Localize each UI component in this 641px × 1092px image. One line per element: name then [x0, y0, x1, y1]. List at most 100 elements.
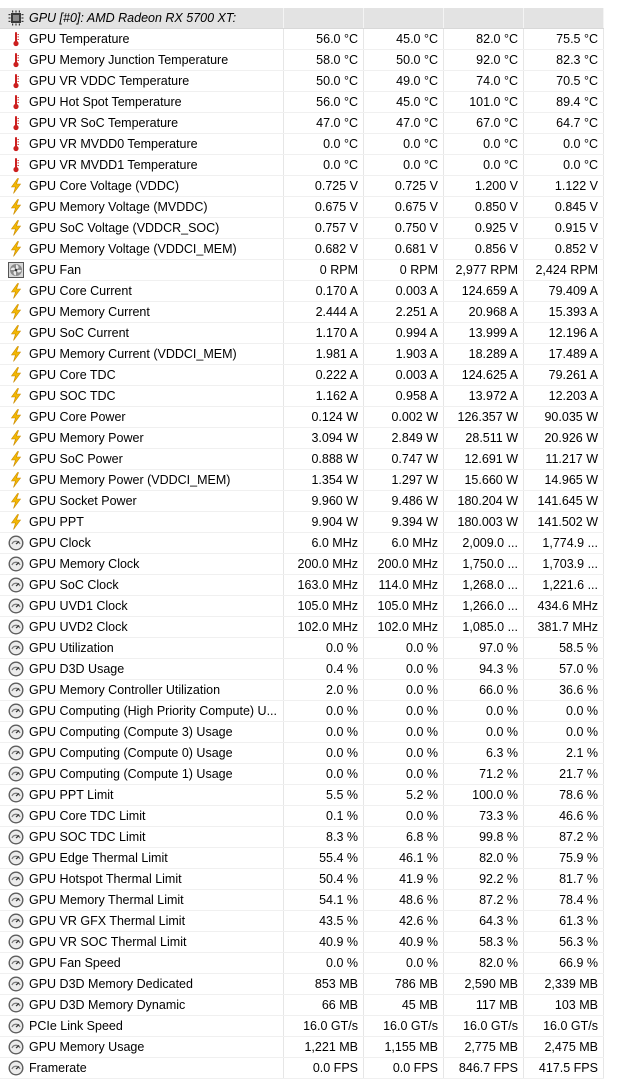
current-value: 58.0 °C — [316, 53, 358, 67]
sensor-row[interactable]: GPU Core TDC Limit 0.1 % 0.0 % 73.3 % 46.6 % — [0, 806, 604, 827]
sensor-row[interactable]: GPU Core Power 0.124 W 0.002 W 126.357 W 90.… — [0, 407, 604, 428]
column-divider — [523, 638, 524, 658]
max-value: 28.511 W — [465, 431, 518, 445]
column-divider — [523, 575, 524, 595]
column-divider — [523, 344, 524, 364]
sensor-row[interactable]: GPU Socket Power 9.960 W 9.486 W 180.204 W 1… — [0, 491, 604, 512]
column-divider — [283, 239, 284, 259]
sensor-row[interactable]: GPU Temperature 56.0 °C 45.0 °C 82.0 °C 75.5… — [0, 29, 604, 50]
current-value: 16.0 GT/s — [303, 1019, 358, 1033]
sensor-row[interactable]: GPU Memory Voltage (MVDDC) 0.675 V 0.675 V… — [0, 197, 604, 218]
current-value: 55.4 % — [319, 851, 358, 865]
sensor-row[interactable]: GPU Core Voltage (VDDC) 0.725 V 0.725 V 1.2… — [0, 176, 604, 197]
sensor-label: GPU D3D Usage — [29, 662, 125, 676]
sensor-row[interactable]: GPU SoC Clock 163.0 MHz 114.0 MHz 1,268.0 .… — [0, 575, 604, 596]
lightning-icon — [8, 388, 24, 404]
max-value: 82.0 % — [479, 956, 518, 970]
sensor-row[interactable]: GPU Core Current 0.170 A 0.003 A 124.659 A 7… — [0, 281, 604, 302]
current-value: 43.5 % — [319, 914, 358, 928]
sensor-row[interactable]: GPU Memory Controller Utilization 2.0 % 0.… — [0, 680, 604, 701]
column-divider — [443, 848, 444, 868]
sensor-row[interactable]: GPU Memory Usage 1,221 MB 1,155 MB 2,775 MB… — [0, 1037, 604, 1058]
sensor-row[interactable]: GPU Memory Thermal Limit 54.1 % 48.6 % 87.2… — [0, 890, 604, 911]
max-value: 13.972 A — [468, 389, 518, 403]
current-value: 0.124 W — [311, 410, 358, 424]
sensor-row[interactable]: GPU PPT Limit 5.5 % 5.2 % 100.0 % 78.6 % — [0, 785, 604, 806]
sensor-row[interactable]: Framerate 0.0 FPS 0.0 FPS 846.7 FPS 417.5 FP… — [0, 1058, 604, 1079]
sensor-row[interactable]: GPU Fan Speed 0.0 % 0.0 % 82.0 % 66.9 % — [0, 953, 604, 974]
min-value: 0.750 V — [394, 221, 438, 235]
column-divider — [443, 176, 444, 196]
sensor-row[interactable]: GPU Fan 0 RPM 0 RPM 2,977 RPM 2,424 RPM — [0, 260, 604, 281]
column-divider — [523, 743, 524, 763]
sensor-row[interactable]: GPU SOC TDC 1.162 A 0.958 A 13.972 A 12.203 … — [0, 386, 604, 407]
column-divider — [523, 281, 524, 301]
column-divider — [363, 764, 364, 784]
sensor-row[interactable]: GPU SOC TDC Limit 8.3 % 6.8 % 99.8 % 87.2 % — [0, 827, 604, 848]
sensor-row[interactable]: GPU D3D Memory Dynamic 66 MB 45 MB 117 MB 10… — [0, 995, 604, 1016]
sensor-row[interactable]: PCIe Link Speed 16.0 GT/s 16.0 GT/s 16.0 GT… — [0, 1016, 604, 1037]
max-value: 97.0 % — [479, 641, 518, 655]
sensor-row[interactable]: GPU Memory Power 3.094 W 2.849 W 28.511 W 20… — [0, 428, 604, 449]
min-value: 9.394 W — [391, 515, 438, 529]
sensor-row[interactable]: GPU Computing (Compute 1) Usage 0.0 % 0.0 … — [0, 764, 604, 785]
sensor-row[interactable]: GPU Utilization 0.0 % 0.0 % 97.0 % 58.5 % — [0, 638, 604, 659]
sensor-row[interactable]: GPU Memory Current 2.444 A 2.251 A 20.968 A… — [0, 302, 604, 323]
sensor-row[interactable]: GPU Memory Voltage (VDDCI_MEM) 0.682 V 0.6… — [0, 239, 604, 260]
sensor-row[interactable]: GPU UVD1 Clock 105.0 MHz 105.0 MHz 1,266.0 … — [0, 596, 604, 617]
max-value: 74.0 °C — [476, 74, 518, 88]
current-value: 0.222 A — [315, 368, 358, 382]
sensor-row[interactable]: GPU Hotspot Thermal Limit 50.4 % 41.9 % 92.… — [0, 869, 604, 890]
sensor-row[interactable]: GPU Memory Junction Temperature 58.0 °C 50… — [0, 50, 604, 71]
sensor-row[interactable]: GPU VR MVDD1 Temperature 0.0 °C 0.0 °C 0.0 … — [0, 155, 604, 176]
gpu-group-header[interactable]: GPU [#0]: AMD Radeon RX 5700 XT: — [0, 8, 604, 29]
column-divider — [523, 1016, 524, 1036]
thermometer-icon — [8, 31, 24, 47]
sensor-label: GPU VR MVDD0 Temperature — [29, 137, 198, 151]
sensor-row[interactable]: GPU SoC Voltage (VDDCR_SOC) 0.757 V 0.750 … — [0, 218, 604, 239]
sensor-row[interactable]: GPU Memory Power (VDDCI_MEM) 1.354 W 1.297… — [0, 470, 604, 491]
sensor-row[interactable]: GPU D3D Memory Dedicated 853 MB 786 MB 2,59… — [0, 974, 604, 995]
sensor-row[interactable]: GPU Edge Thermal Limit 55.4 % 46.1 % 82.0 %… — [0, 848, 604, 869]
average-value: 87.2 % — [559, 830, 598, 844]
max-value: 15.660 W — [464, 473, 518, 487]
sensor-row[interactable]: GPU VR SOC Thermal Limit 40.9 % 40.9 % 58.3… — [0, 932, 604, 953]
gauge-icon — [8, 787, 24, 803]
sensor-row[interactable]: GPU PPT 9.904 W 9.394 W 180.003 W 141.502 W — [0, 512, 604, 533]
sensor-label: GPU Core Power — [29, 410, 126, 424]
sensor-row[interactable]: GPU VR VDDC Temperature 50.0 °C 49.0 °C 74.… — [0, 71, 604, 92]
sensor-label: GPU PPT — [29, 515, 84, 529]
sensor-row[interactable]: GPU Computing (Compute 3) Usage 0.0 % 0.0 … — [0, 722, 604, 743]
gauge-icon — [8, 1039, 24, 1055]
sensor-row[interactable]: GPU Memory Clock 200.0 MHz 200.0 MHz 1,750.… — [0, 554, 604, 575]
column-divider — [443, 722, 444, 742]
sensor-row[interactable]: GPU Hot Spot Temperature 56.0 °C 45.0 °C 10… — [0, 92, 604, 113]
column-divider — [283, 50, 284, 70]
current-value: 102.0 MHz — [297, 620, 358, 634]
sensor-row[interactable]: GPU Clock 6.0 MHz 6.0 MHz 2,009.0 ... 1,774.… — [0, 533, 604, 554]
sensor-row[interactable]: GPU Computing (High Priority Compute) U.… — [0, 701, 604, 722]
column-divider — [443, 71, 444, 91]
sensor-row[interactable]: GPU VR GFX Thermal Limit 43.5 % 42.6 % 64.3… — [0, 911, 604, 932]
sensor-label: GPU VR SOC Thermal Limit — [29, 935, 187, 949]
sensor-label: GPU Edge Thermal Limit — [29, 851, 168, 865]
max-value: 94.3 % — [479, 662, 518, 676]
sensor-row[interactable]: GPU VR MVDD0 Temperature 0.0 °C 0.0 °C 0.0 … — [0, 134, 604, 155]
min-value: 200.0 MHz — [377, 557, 438, 571]
column-divider — [283, 680, 284, 700]
column-divider — [603, 617, 604, 637]
sensor-row[interactable]: GPU SoC Power 0.888 W 0.747 W 12.691 W 11.21… — [0, 449, 604, 470]
min-value: 0.0 % — [406, 704, 438, 718]
column-divider — [603, 134, 604, 154]
current-value: 6.0 MHz — [311, 536, 358, 550]
sensor-row[interactable]: GPU SoC Current 1.170 A 0.994 A 13.999 A 12.… — [0, 323, 604, 344]
column-divider — [283, 281, 284, 301]
sensor-row[interactable]: GPU Computing (Compute 0) Usage 0.0 % 0.0 … — [0, 743, 604, 764]
min-value: 5.2 % — [406, 788, 438, 802]
sensor-row[interactable]: GPU D3D Usage 0.4 % 0.0 % 94.3 % 57.0 % — [0, 659, 604, 680]
sensor-row[interactable]: GPU UVD2 Clock 102.0 MHz 102.0 MHz 1,085.0 … — [0, 617, 604, 638]
sensor-row[interactable]: GPU Core TDC 0.222 A 0.003 A 124.625 A 79.26… — [0, 365, 604, 386]
sensor-label: GPU D3D Memory Dynamic — [29, 998, 186, 1012]
sensor-row[interactable]: GPU VR SoC Temperature 47.0 °C 47.0 °C 67.0… — [0, 113, 604, 134]
sensor-row[interactable]: GPU Memory Current (VDDCI_MEM) 1.981 A 1.9… — [0, 344, 604, 365]
